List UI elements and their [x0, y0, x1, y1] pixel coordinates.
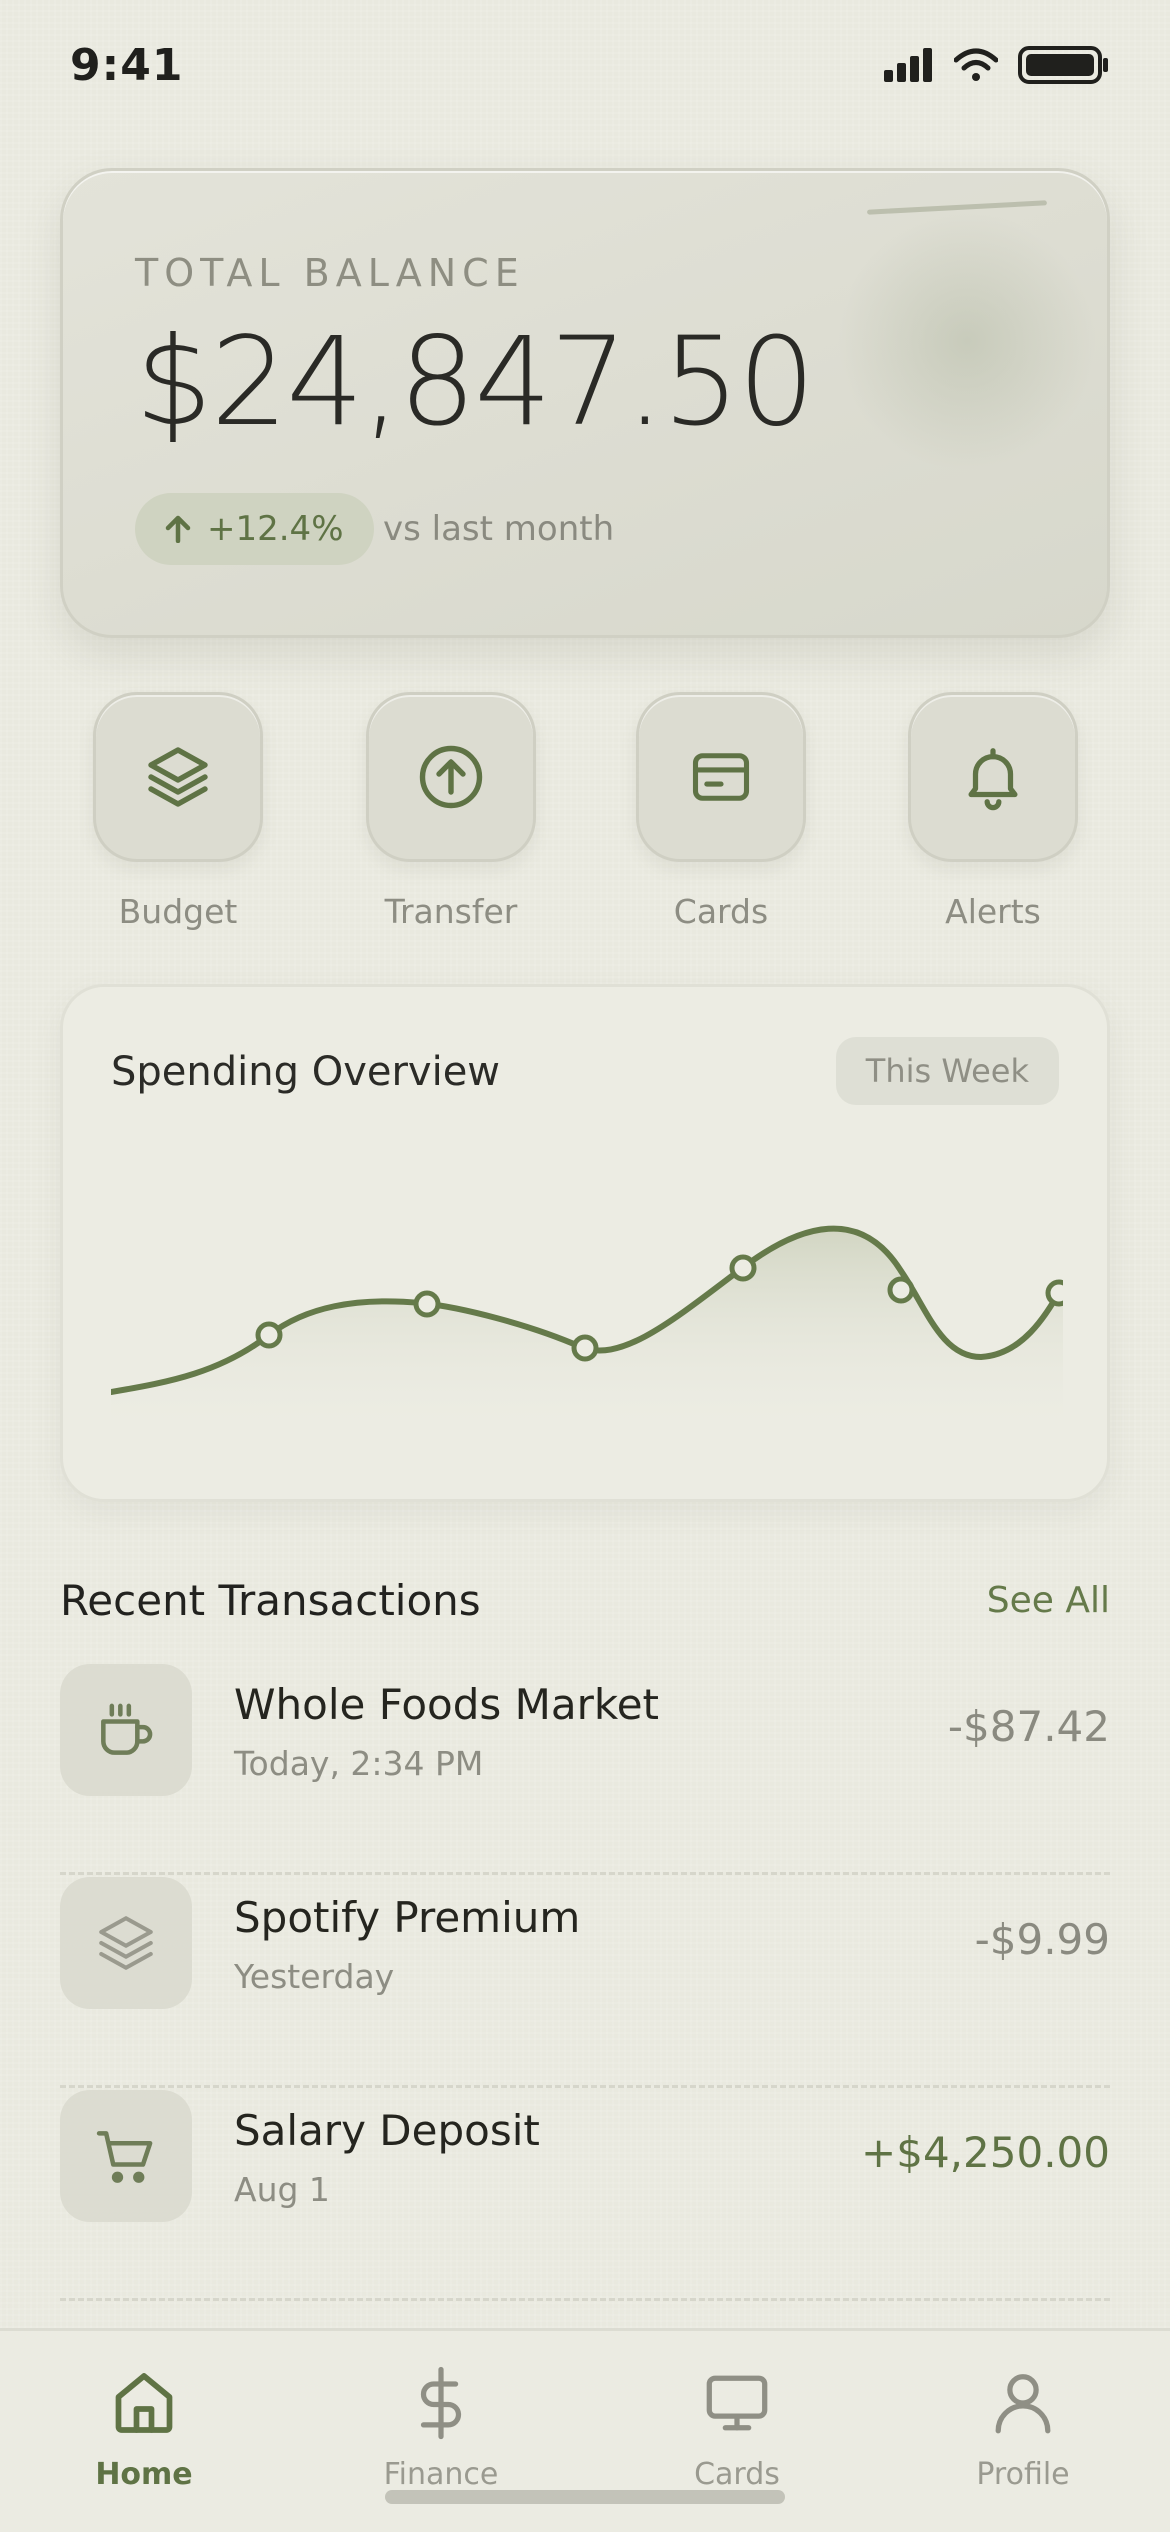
- transaction-date: Today, 2:34 PM: [234, 1744, 484, 1783]
- tab-home-label: Home: [95, 2457, 193, 2492]
- alerts-button[interactable]: [908, 692, 1078, 862]
- transaction-row[interactable]: Whole Foods Market Today, 2:34 PM -$87.4…: [60, 1662, 1110, 1875]
- transaction-date: Yesterday: [234, 1957, 395, 1996]
- transaction-date: Aug 1: [234, 2170, 330, 2209]
- balance-amount: $24,847.50: [135, 311, 816, 453]
- layers-icon: [148, 747, 208, 807]
- chart-point[interactable]: [255, 1321, 283, 1349]
- transfer-button[interactable]: [366, 692, 536, 862]
- cards-label: Cards: [673, 892, 769, 931]
- transaction-icon: [60, 2090, 192, 2222]
- action-budget[interactable]: Budget: [93, 692, 263, 931]
- budget-label: Budget: [118, 892, 238, 931]
- user-icon: [995, 2374, 1051, 2434]
- transaction-name: Spotify Premium: [234, 1893, 581, 1942]
- status-time: 9:41: [70, 40, 184, 91]
- spending-chart: [111, 1225, 1063, 1437]
- dollar-icon: [420, 2366, 462, 2440]
- action-cards[interactable]: Cards: [636, 692, 806, 931]
- chart-point[interactable]: [887, 1276, 915, 1304]
- transaction-row[interactable]: Spotify Premium Yesterday -$9.99: [60, 1875, 1110, 2088]
- home-indicator: [385, 2490, 785, 2504]
- transaction-name: Whole Foods Market: [234, 1680, 660, 1729]
- transaction-icon: [60, 1877, 192, 2009]
- balance-card: TOTAL BALANCE $24,847.50 +12.4% vs last …: [60, 168, 1110, 638]
- monitor-icon: [706, 2375, 768, 2431]
- layers-icon: [99, 1916, 153, 1970]
- action-alerts[interactable]: Alerts: [908, 692, 1078, 931]
- budget-button[interactable]: [93, 692, 263, 862]
- chart-point[interactable]: [571, 1334, 599, 1362]
- tab-profile-label: Profile: [976, 2457, 1070, 2492]
- period-selector[interactable]: This Week: [835, 1037, 1059, 1105]
- transaction-amount: -$9.99: [974, 1915, 1110, 1964]
- transaction-icon: [60, 1664, 192, 1796]
- balance-change-badge: +12.4%: [135, 493, 374, 565]
- tab-finance-label: Finance: [383, 2457, 499, 2492]
- transactions-header: Recent Transactions See All: [60, 1576, 1110, 1625]
- chart-point[interactable]: [413, 1290, 441, 1318]
- coffee-cup-icon: [101, 1703, 153, 1755]
- balance-label: TOTAL BALANCE: [135, 251, 525, 295]
- tab-cards[interactable]: Cards: [637, 2361, 837, 2492]
- balance-decoration: [837, 211, 1097, 471]
- balance-change-value: +12.4%: [207, 509, 344, 549]
- wifi-icon: [954, 48, 998, 81]
- quick-actions: Budget Transfer Cards Alerts: [0, 692, 1170, 932]
- transactions-list: Whole Foods Market Today, 2:34 PM -$87.4…: [60, 1662, 1110, 2301]
- transaction-amount: -$87.42: [947, 1702, 1110, 1751]
- home-icon: [115, 2373, 173, 2433]
- chart-area: [111, 1228, 1063, 1437]
- alerts-label: Alerts: [945, 892, 1041, 931]
- transactions-title: Recent Transactions: [60, 1576, 481, 1625]
- chart-point[interactable]: [729, 1254, 757, 1282]
- credit-card-icon: [692, 753, 750, 801]
- transaction-name: Salary Deposit: [234, 2106, 540, 2155]
- chart-point[interactable]: [1045, 1279, 1063, 1307]
- signal-icon: [884, 48, 932, 82]
- bell-icon: [968, 748, 1018, 811]
- tab-cards-label: Cards: [694, 2457, 780, 2492]
- arrow-up-icon: [165, 515, 191, 543]
- see-all-link[interactable]: See All: [987, 1580, 1110, 1621]
- spending-overview-card: Spending Overview This Week: [60, 984, 1110, 1502]
- spending-title: Spending Overview: [111, 1049, 501, 1095]
- status-icons: [884, 46, 1110, 84]
- tab-profile[interactable]: Profile: [923, 2361, 1123, 2492]
- transaction-amount: +$4,250.00: [861, 2128, 1110, 2177]
- battery-icon: [1018, 46, 1108, 84]
- transfer-label: Transfer: [384, 892, 518, 931]
- transaction-row[interactable]: Salary Deposit Aug 1 +$4,250.00: [60, 2088, 1110, 2301]
- action-transfer[interactable]: Transfer: [366, 692, 536, 931]
- arrow-up-circle-icon: [419, 745, 483, 809]
- cards-button[interactable]: [636, 692, 806, 862]
- shopping-cart-icon: [96, 2131, 153, 2183]
- tab-home[interactable]: Home: [44, 2361, 244, 2492]
- tab-finance[interactable]: Finance: [341, 2361, 541, 2492]
- balance-change-note: vs last month: [383, 509, 615, 549]
